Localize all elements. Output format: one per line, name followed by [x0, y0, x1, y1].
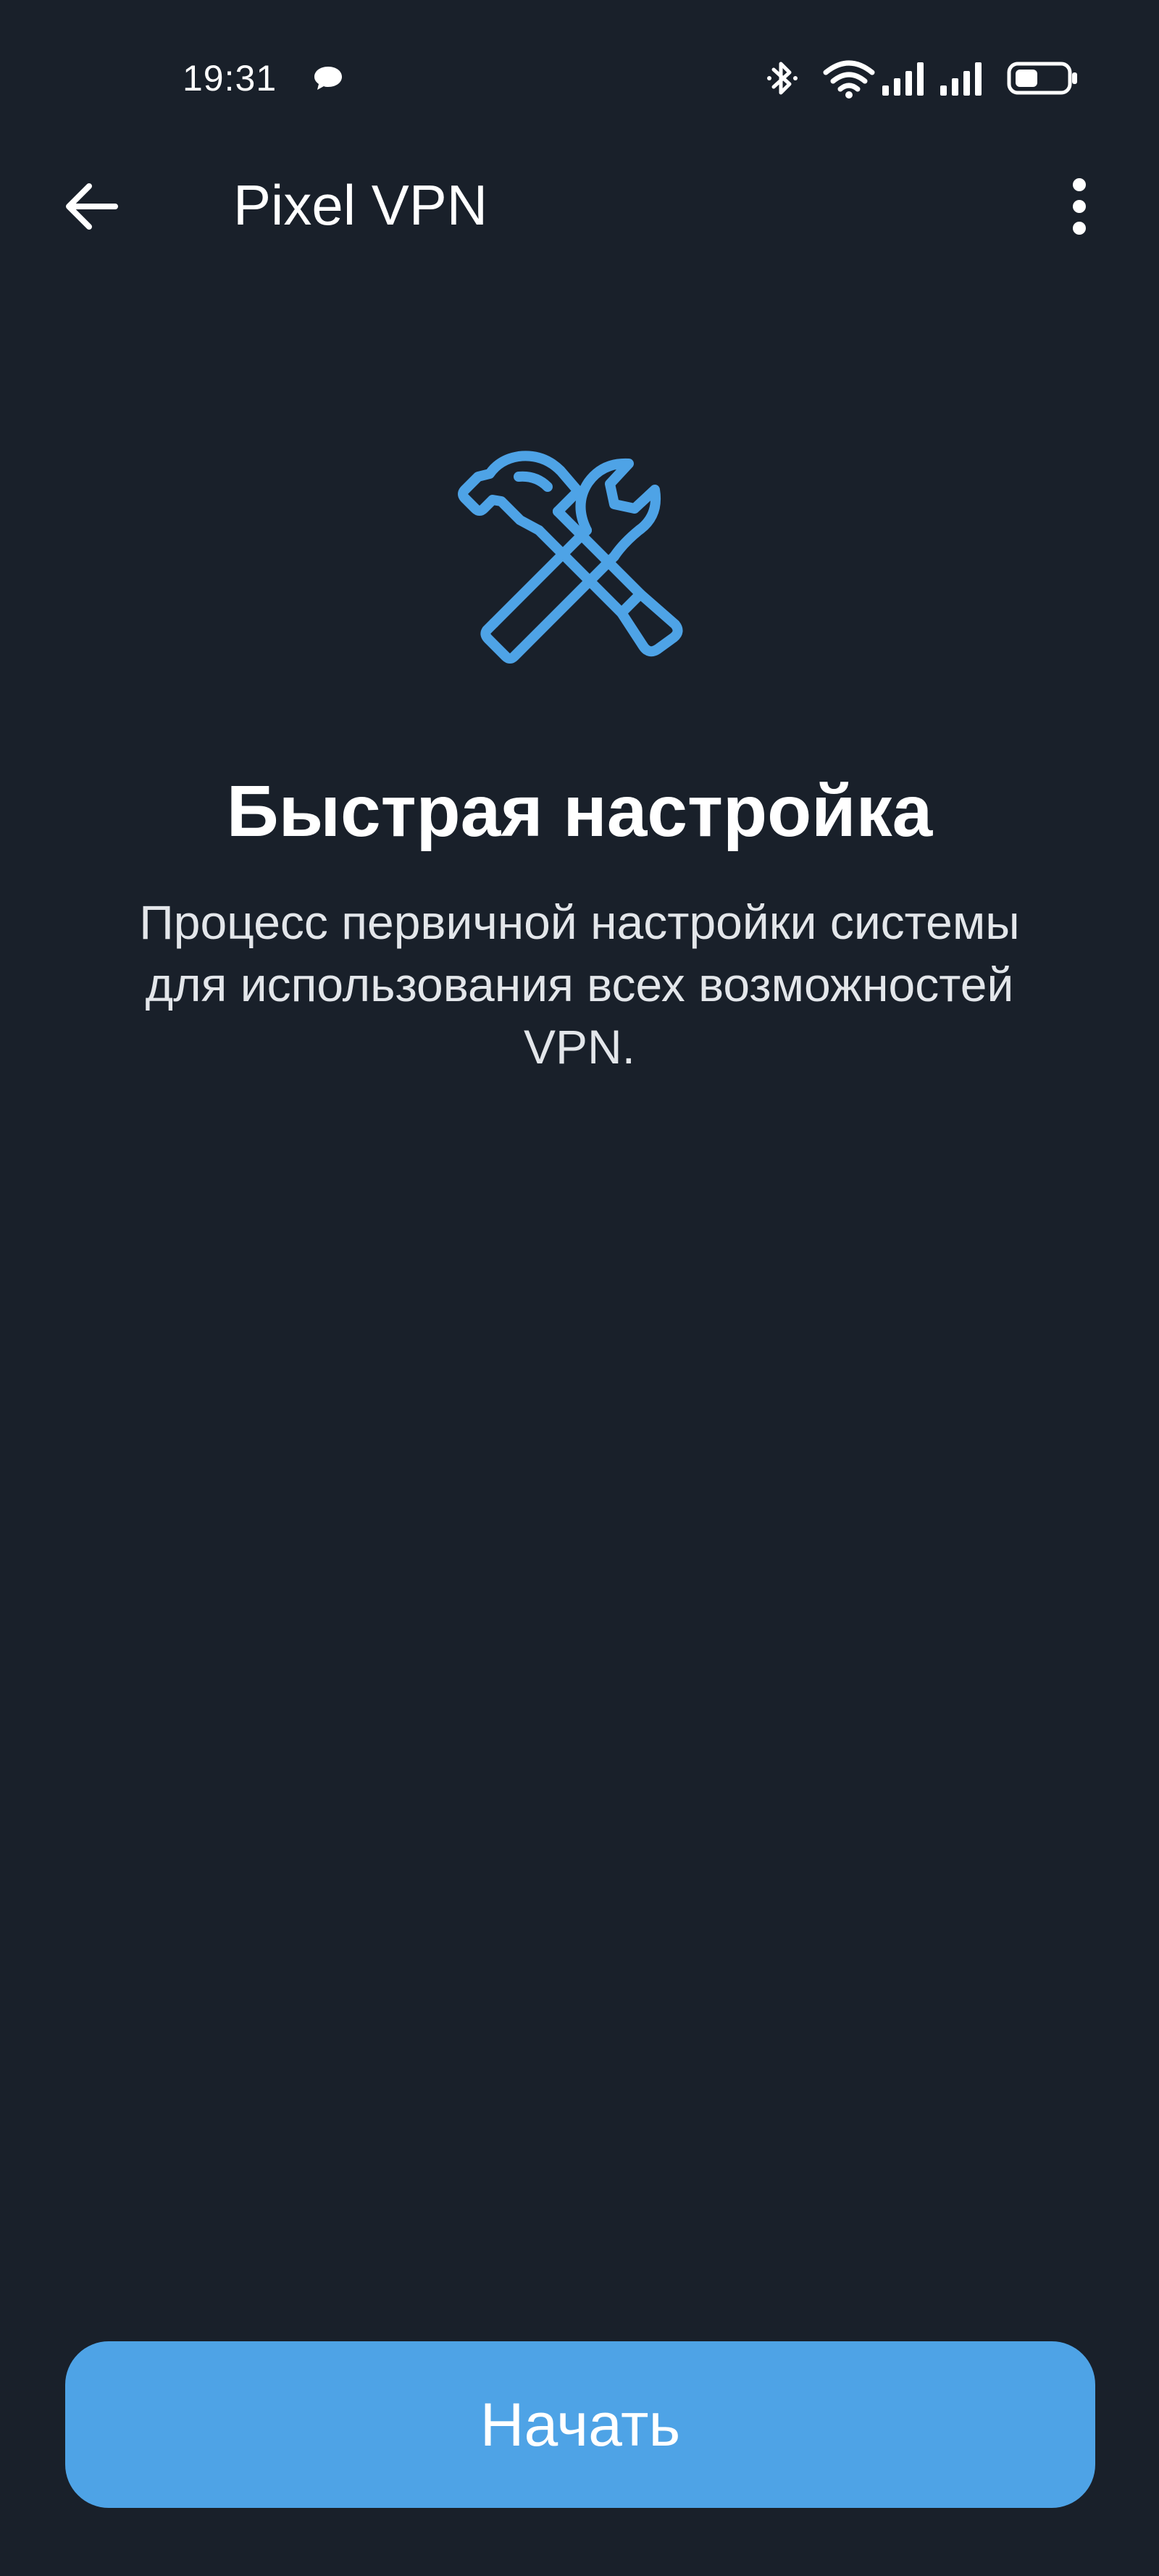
more-options-button[interactable] [1043, 167, 1116, 246]
battery-icon [1007, 62, 1077, 95]
arrow-left-icon [66, 183, 118, 230]
chat-icon [314, 67, 342, 90]
app-title: Pixel VPN [233, 173, 488, 237]
status-bar: 19:31 [0, 0, 1159, 145]
app-bar: Pixel VPN [0, 145, 1159, 268]
bluetooth-icon [767, 62, 798, 95]
back-button[interactable] [43, 167, 138, 246]
page-title: Быстрая настройка [226, 771, 933, 852]
hammer-wrench-icon [458, 451, 683, 664]
more-vert-icon [1073, 178, 1086, 235]
signal-icon [940, 62, 982, 96]
signal-icon [882, 62, 924, 96]
start-button[interactable]: Начать [65, 2341, 1095, 2508]
status-time: 19:31 [183, 58, 277, 99]
wifi-icon [823, 60, 875, 99]
start-button-label: Начать [480, 2391, 681, 2459]
page-description: Процесс первичной настройки системы для … [139, 895, 1020, 1074]
